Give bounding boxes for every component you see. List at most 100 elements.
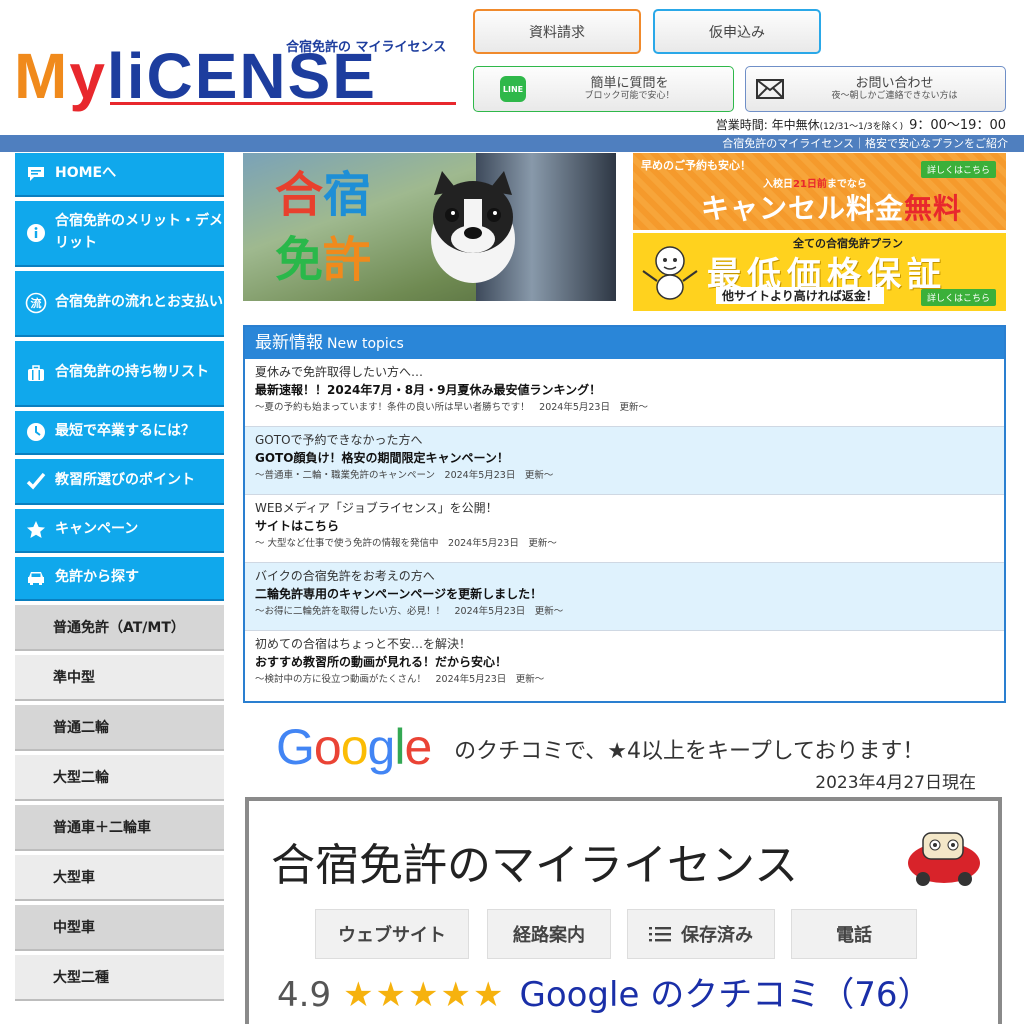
topic-title[interactable]: 二輪免許専用のキャンペーンページを更新しました！ (255, 585, 994, 604)
line-button-sub: ブロック可能で安心！ (584, 91, 675, 102)
business-name: 合宿免許のマイライセンス (271, 840, 799, 891)
topic-intro: WEBメディア「ジョブライセンス」を公開！ (255, 501, 498, 515)
line-question-button[interactable]: LINE 簡単に質問を ブロック可能で安心！ (473, 66, 734, 112)
cancel-headline-accent: 無料 (904, 192, 963, 225)
check-icon (25, 470, 47, 492)
contact-button[interactable]: お問い合わせ 夜～朝しかご連絡できない方は (745, 66, 1006, 112)
topic-title[interactable]: サイトはこちら (255, 517, 994, 536)
hours-note: (12/31～1/3を除く) (819, 122, 904, 132)
topic-intro: 初めての合宿はちょっと不安…を解決！ (255, 637, 472, 651)
website-button[interactable]: ウェブサイト (315, 909, 469, 959)
cancel-detail-button[interactable]: 詳しくはこちら (921, 161, 997, 178)
rating-row: 4.9 ★★★★★ Google のクチコミ（76） (277, 967, 931, 1016)
topic-item[interactable]: WEBメディア「ジョブライセンス」を公開！ サイトはこちら ～ 大型など仕事で使… (245, 495, 1004, 563)
topic-title[interactable]: 最新速報！！2024年7月・8月・9月夏休み最安値ランキング！ (255, 381, 994, 400)
topic-item[interactable]: 夏休みで免許取得したい方へ… 最新速報！！2024年7月・8月・9月夏休み最安値… (245, 359, 1004, 427)
topic-intro: バイクの合宿免許をお考えの方へ (255, 569, 435, 583)
hero-char: 合 (275, 167, 324, 223)
reviews-link[interactable]: Google のクチコミ（76） (519, 975, 931, 1015)
sidebar-item-label: HOMEへ (55, 165, 117, 182)
sidebar-item-label: 免許から探す (55, 569, 139, 586)
topic-meta: ～お得に二輪免許を取得したい方、必見！！ 2024年5月23日 更新～ (255, 605, 564, 617)
logo-underline (110, 102, 456, 105)
sidebar-item-flow[interactable]: 流 合宿免許の流れとお支払い (15, 271, 224, 337)
sidebar-item-large-class2[interactable]: 大型二種 (15, 955, 224, 1001)
info-icon (25, 222, 47, 244)
cancel-banner-top: 早めのご予約も安心！ (641, 159, 751, 172)
cancel-headline-text: キャンセル料金 (701, 192, 905, 225)
price-guarantee-banner[interactable]: 全ての合宿免許プラン 最低価格保証 他サイトより高ければ返金！ 詳しくはこちら (633, 233, 1006, 311)
contact-button-texts: お問い合わせ 夜～朝しかご連絡できない方は (784, 76, 1005, 102)
price-detail-button[interactable]: 詳しくはこちら (921, 289, 997, 306)
sidebar-item-belongings[interactable]: 合宿免許の持ち物リスト (15, 341, 224, 407)
monkey-mascot-image (642, 246, 698, 300)
sidebar-item-label: 最短で卒業するには？ (55, 423, 195, 440)
hours-label: 営業時間: 年中無休 (715, 118, 820, 132)
sidebar-item-medium-vehicle[interactable]: 中型車 (15, 905, 224, 951)
topic-item[interactable]: 初めての合宿はちょっと不安…を解決！ おすすめ教習所の動画が見れる！だから安心！… (245, 631, 1004, 699)
sidebar-item-search-license[interactable]: 免許から探す (15, 557, 224, 601)
rating-stars-icon: ★★★★★ (343, 975, 506, 1015)
cancel-banner-headline: キャンセル料金無料 (701, 187, 962, 227)
sidebar-item-large-motorcycle[interactable]: 大型二輪 (15, 755, 224, 801)
topic-meta: ～普通車・二輪・職業免許のキャンペーン 2024年5月23日 更新～ (255, 469, 554, 481)
contact-button-sub: 夜～朝しかご連絡できない方は (831, 91, 958, 102)
speech-bubble-icon (25, 163, 47, 185)
rating-value: 4.9 (277, 975, 332, 1015)
line-icon: LINE (500, 76, 526, 102)
sidebar-item-large-vehicle[interactable]: 大型車 (15, 855, 224, 901)
sidebar-item-label: 合宿免許の持ち物リスト (55, 364, 209, 381)
flow-icon-glyph: 流 (31, 296, 42, 310)
sidebar-item-fastest[interactable]: 最短で卒業するには？ (15, 411, 224, 455)
phone-button[interactable]: 電話 (791, 909, 917, 959)
hours-time: 9：00～19：00 (909, 118, 1006, 133)
logo-letter-m: M (14, 40, 70, 112)
hero-title: 合宿 免許 (275, 163, 371, 293)
list-icon (649, 927, 671, 942)
sidebar-item-home[interactable]: HOMEへ (15, 153, 224, 197)
line-button-main: 簡単に質問を (590, 75, 669, 91)
google-logo-letter: e (404, 719, 432, 775)
sidebar-item-standard[interactable]: 普通免許（AT/MT） (15, 605, 224, 651)
topic-meta: ～検討中の方に役立つ動画がたくさん！ 2024年5月23日 更新～ (255, 673, 545, 685)
sidebar-item-school-points[interactable]: 教習所選びのポイント (15, 459, 224, 505)
directions-button[interactable]: 経路案内 (487, 909, 611, 959)
clock-icon (25, 421, 47, 443)
business-hours: 営業時間: 年中無休(12/31～1/3を除く) 9：00～19：00 (716, 114, 1006, 133)
suitcase-icon (25, 362, 47, 384)
sidebar-nav: HOMEへ 合宿免許のメリット・デメリット 流 合宿免許の流れとお支払い 合宿免… (15, 153, 224, 1005)
google-logo-letter: g (367, 719, 396, 775)
topic-intro: 夏休みで免許取得したい方へ… (255, 365, 424, 379)
topic-item[interactable]: GOTOで予約できなかった方へ GOTO顔負け！格安の期間限定キャンペーン！ ～… (245, 427, 1004, 495)
sidebar-item-label: キャンペーン (55, 521, 139, 538)
sidebar-item-label: 合宿免許の流れとお支払い (55, 294, 223, 311)
topic-intro: GOTOで予約できなかった方へ (255, 433, 423, 447)
google-logo: Google (276, 719, 444, 775)
cancel-free-banner[interactable]: 早めのご予約も安心！ 詳しくはこちら 入校日21日前までなら キャンセル料金無料 (633, 153, 1006, 230)
sidebar-item-motorcycle[interactable]: 普通二輪 (15, 705, 224, 751)
sidebar-item-car-plus-bike[interactable]: 普通車＋二輪車 (15, 805, 224, 851)
google-review-date: 2023年4月27日現在 (815, 773, 976, 793)
car-icon (25, 567, 47, 589)
google-logo-letter: o (313, 719, 342, 775)
topic-title[interactable]: GOTO顔負け！格安の期間限定キャンペーン！ (255, 449, 994, 468)
topic-title[interactable]: おすすめ教習所の動画が見れる！だから安心！ (255, 653, 994, 672)
topic-item[interactable]: バイクの合宿免許をお考えの方へ 二輪免許専用のキャンペーンページを更新しました！… (245, 563, 1004, 631)
saved-button[interactable]: 保存済み (627, 909, 775, 959)
sidebar-item-semi-medium[interactable]: 準中型 (15, 655, 224, 701)
saved-button-label: 保存済み (681, 925, 753, 946)
flow-icon: 流 (25, 292, 47, 314)
google-logo-letter: l (394, 719, 405, 775)
logo-letter-y: y (69, 40, 107, 112)
provisional-apply-button[interactable]: 仮申込み (653, 9, 821, 54)
sidebar-item-merits[interactable]: 合宿免許のメリット・デメリット (15, 201, 224, 267)
mail-icon (756, 79, 784, 99)
site-logo[interactable]: 合宿免許の マイライセンス MyliCENSE (14, 16, 456, 108)
document-request-button[interactable]: 資料請求 (473, 9, 641, 54)
hero-banner[interactable]: 合宿 免許 (243, 153, 616, 301)
hero-char: 宿 (323, 167, 372, 223)
hero-char: 許 (323, 231, 372, 288)
sidebar-item-campaign[interactable]: キャンペーン (15, 509, 224, 553)
google-logo-letter: o (340, 719, 369, 775)
google-business-card: 合宿免許のマイライセンス ウェブサイト 経路案内 保存済み 電話 4.9 ★★★★… (245, 797, 1002, 1024)
